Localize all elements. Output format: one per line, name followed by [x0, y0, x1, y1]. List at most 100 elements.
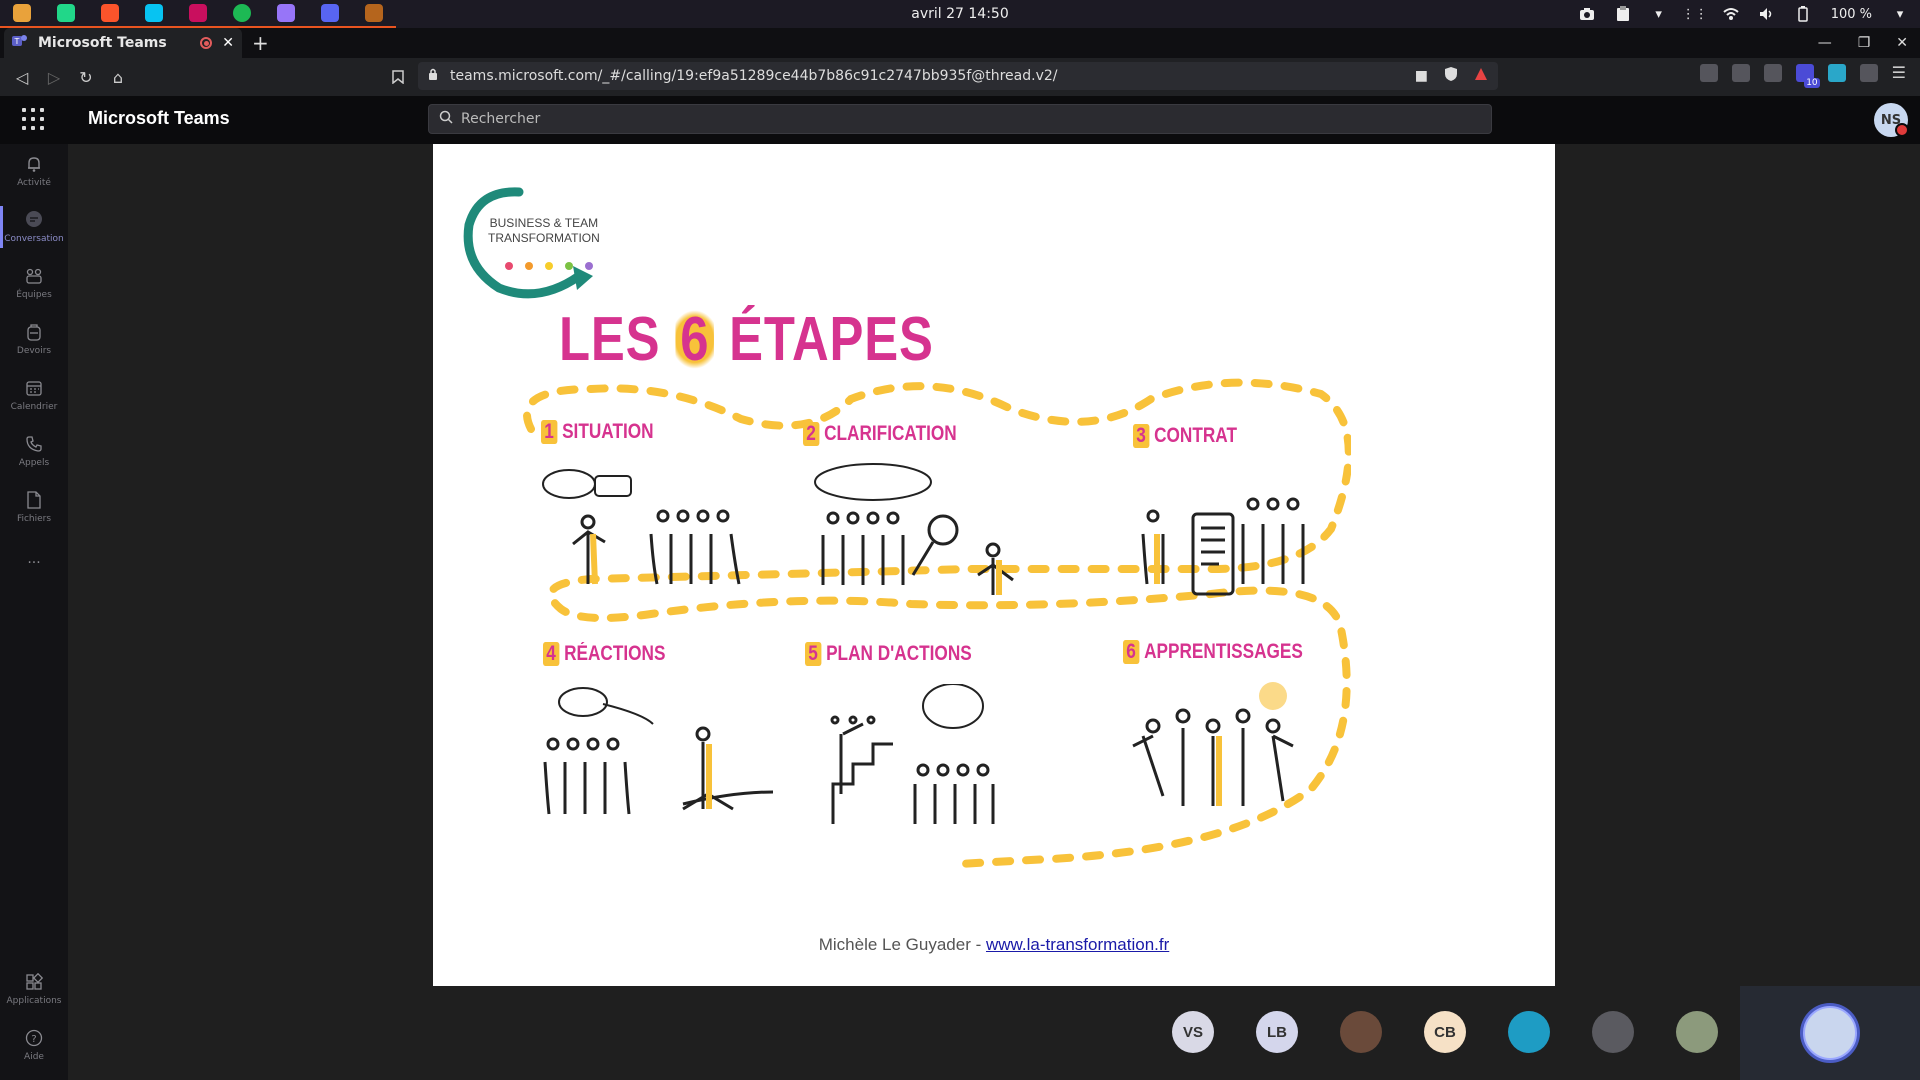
rail-item-apps[interactable]: Applications: [0, 962, 68, 1016]
rail-label: Aide: [24, 1052, 44, 1062]
step-label: 4 RÉACTIONS: [543, 642, 665, 666]
browser-toolbar: ◁ ▷ ↻ ⌂ teams.microsoft.com/_#/calling/1…: [0, 58, 1920, 96]
profile-avatar[interactable]: NS: [1874, 103, 1909, 137]
participant-avatar[interactable]: LB: [1256, 1011, 1298, 1053]
rail-item-teams[interactable]: Équipes: [0, 256, 68, 310]
rail-label: Appels: [18, 458, 50, 468]
rail-item-activity[interactable]: Activité: [0, 144, 68, 198]
rail-item-more[interactable]: ···: [0, 536, 68, 590]
step-label: 3 CONTRAT: [1133, 424, 1237, 448]
home-button[interactable]: ⌂: [102, 61, 134, 93]
minimize-button[interactable]: —: [1818, 35, 1832, 51]
files-icon[interactable]: [0, 0, 44, 28]
restore-button[interactable]: ❐: [1858, 35, 1871, 51]
react-devtools-icon[interactable]: [1827, 64, 1846, 82]
close-tab-icon[interactable]: ✕: [222, 35, 234, 51]
step-number: 4: [543, 642, 560, 666]
step-title: PLAN D'ACTIONS: [826, 642, 972, 665]
rail-label: Calendrier: [10, 402, 58, 412]
participant-avatar[interactable]: [1676, 1011, 1718, 1053]
bell-icon: [24, 154, 44, 174]
slide-credit: Michèle Le Guyader - www.la-transformati…: [433, 935, 1555, 955]
camera-icon[interactable]: ■: [1415, 68, 1428, 84]
grid-icon[interactable]: ⋮⋮: [1682, 6, 1708, 22]
search-input[interactable]: Rechercher: [428, 104, 1492, 134]
new-tab-button[interactable]: +: [252, 31, 269, 55]
clipboard-icon[interactable]: [1615, 6, 1631, 22]
participant-avatar[interactable]: VS: [1172, 1011, 1214, 1053]
participant-avatar[interactable]: [1508, 1011, 1550, 1053]
participant-avatar[interactable]: [1592, 1011, 1634, 1053]
chat-icon: [24, 210, 44, 230]
step-number: 3: [1133, 424, 1150, 448]
os-app-launcher: [0, 0, 396, 28]
battery-icon[interactable]: [1795, 6, 1811, 22]
rail-item-assignments[interactable]: Devoirs: [0, 312, 68, 366]
menu-icon[interactable]: ☰: [1892, 64, 1906, 82]
teams-icon: [24, 266, 44, 286]
rail-label: Fichiers: [16, 514, 52, 524]
rail-item-calls[interactable]: Appels: [0, 424, 68, 478]
situation-illustration: [542, 469, 741, 585]
teams-left-rail: Activité Conversation Équipes Devoirs Ca…: [0, 144, 68, 1080]
logo-text-line: BUSINESS & TEAM: [489, 216, 599, 230]
bookmark-icon[interactable]: [382, 61, 414, 93]
step-number: 6: [1123, 640, 1140, 664]
volume-icon[interactable]: [1759, 6, 1775, 22]
shared-screen-slide: BUSINESS & TEAM TRANSFORMATION LES 6 ÉTA…: [433, 144, 1555, 986]
reload-button[interactable]: ↻: [70, 61, 102, 93]
battery-percent: 100 %: [1830, 6, 1872, 22]
os-top-bar: avril 27 14:50 ▾ ⋮⋮ 100 % ▾: [0, 0, 1920, 28]
extensions-bar: 10 ☰: [1699, 64, 1906, 88]
clion-icon[interactable]: [44, 0, 88, 28]
credit-link[interactable]: www.la-transformation.fr: [986, 935, 1169, 954]
back-button[interactable]: ◁: [6, 61, 38, 93]
spotify-icon[interactable]: [220, 0, 264, 28]
extension-badge-icon[interactable]: 10: [1795, 64, 1820, 88]
self-video-tile[interactable]: [1740, 986, 1920, 1080]
logo-text: BUSINESS & TEAM TRANSFORMATION: [488, 216, 600, 246]
app-launcher-icon[interactable]: [22, 108, 44, 130]
title-prefix: LES: [559, 305, 676, 374]
puzzle-icon[interactable]: [1859, 64, 1878, 82]
step-number: 1: [541, 420, 558, 444]
extension-icon[interactable]: [1763, 64, 1782, 82]
step-title: CONTRAT: [1154, 424, 1237, 447]
address-bar[interactable]: teams.microsoft.com/_#/calling/19:ef9a51…: [418, 62, 1498, 90]
rider-icon[interactable]: [176, 0, 220, 28]
file-icon: [24, 490, 44, 510]
help-icon: ?: [24, 1028, 44, 1048]
datagrip-icon[interactable]: [264, 0, 308, 28]
calendar-icon: [24, 378, 44, 398]
rail-item-conversation[interactable]: Conversation: [0, 200, 68, 254]
extension-icon[interactable]: [1699, 64, 1718, 82]
self-avatar: [1803, 1006, 1857, 1060]
url-text[interactable]: teams.microsoft.com/_#/calling/19:ef9a51…: [450, 68, 1415, 84]
step-number: 2: [803, 422, 820, 446]
brave-shield-icon[interactable]: [1444, 66, 1458, 86]
forward-button[interactable]: ▷: [38, 61, 70, 93]
teams-favicon-icon: T: [12, 33, 28, 53]
camera-icon[interactable]: [1579, 6, 1595, 22]
wifi-icon[interactable]: [1723, 6, 1739, 22]
rail-item-files[interactable]: Fichiers: [0, 480, 68, 534]
backpack-icon: [24, 322, 44, 342]
brave-rewards-icon[interactable]: [1474, 67, 1488, 85]
brave-icon[interactable]: [88, 0, 132, 28]
participant-avatar[interactable]: CB: [1424, 1011, 1466, 1053]
archive-icon[interactable]: [352, 0, 396, 28]
step-title: APPRENTISSAGES: [1144, 640, 1303, 663]
participant-avatar[interactable]: [1340, 1011, 1382, 1053]
step-label: 1 SITUATION: [541, 420, 654, 444]
webstorm-icon[interactable]: [132, 0, 176, 28]
rail-item-calendar[interactable]: Calendrier: [0, 368, 68, 422]
browser-tab[interactable]: T Microsoft Teams ✕: [4, 28, 242, 58]
close-window-button[interactable]: ✕: [1896, 35, 1908, 51]
clarification-illustration: [814, 463, 1014, 595]
rail-item-help[interactable]: ? Aide: [0, 1018, 68, 1072]
svg-text:?: ?: [31, 1034, 36, 1045]
extension-icon[interactable]: [1731, 64, 1750, 82]
discord-icon[interactable]: [308, 0, 352, 28]
chevron-down-icon[interactable]: ▾: [1892, 6, 1908, 22]
chevron-down-icon[interactable]: ▾: [1651, 6, 1667, 22]
